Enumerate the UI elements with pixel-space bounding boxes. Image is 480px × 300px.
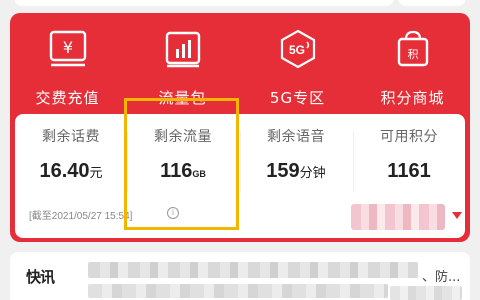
update-timestamp: [截至2021/05/27 15:54]: [29, 211, 133, 222]
account-card: ¥ 交费充值 流量包 5G 5G专区 积 积分商城 剩余话费 16.40元 剩余…: [10, 13, 470, 242]
svg-text:积: 积: [408, 48, 419, 61]
stat-title: 可用积分: [380, 129, 438, 145]
service-recharge[interactable]: ¥ 交费充值: [10, 29, 125, 113]
highlight-box: [124, 98, 239, 230]
service-label: 积分商城: [380, 89, 445, 107]
5g-icon: 5G: [280, 29, 316, 69]
service-shortcuts: ¥ 交费充值 流量包 5G 5G专区 积 积分商城: [10, 13, 470, 113]
triangle-down-icon[interactable]: [452, 212, 462, 219]
stat-value: 1161: [387, 160, 431, 182]
yuan-card-icon: ¥: [49, 30, 87, 67]
stat-balance[interactable]: 剩余话费 16.40元: [15, 126, 127, 183]
stat-unit: 元: [89, 165, 103, 180]
service-label: 5G专区: [269, 89, 326, 107]
stat-unit: 分钟: [299, 165, 326, 180]
stat-title: 剩余语音: [267, 129, 325, 145]
stat-title: 剩余话费: [42, 129, 100, 145]
news-logo: 快讯: [26, 268, 55, 286]
svg-text:¥: ¥: [63, 38, 73, 57]
blurred-content: [390, 286, 462, 300]
stat-value: 159分钟: [266, 160, 326, 182]
top-bar: [14, 0, 466, 8]
svg-text:5G: 5G: [289, 43, 305, 57]
stat-value: 16.40元: [39, 160, 103, 182]
service-label: 交费充值: [35, 89, 100, 107]
points-bag-icon: 积: [397, 30, 429, 67]
service-5g-zone[interactable]: 5G 5G专区: [240, 29, 355, 113]
news-text: 、防...: [422, 270, 461, 285]
search-bar[interactable]: [14, 0, 394, 6]
balance-panel: 剩余话费 16.40元 剩余流量 116GB 剩余语音 159分钟 可用积分 1…: [15, 114, 465, 238]
stat-points[interactable]: 可用积分 1161: [353, 126, 465, 183]
blurred-content: [88, 262, 418, 278]
news-bar[interactable]: 快讯 、防...: [10, 252, 470, 300]
blurred-content: [351, 204, 445, 230]
search-button[interactable]: [398, 0, 466, 6]
blurred-content: [88, 284, 388, 298]
stat-voice[interactable]: 剩余语音 159分钟: [240, 126, 352, 183]
bar-chart-icon: [165, 31, 201, 68]
service-points-mall[interactable]: 积 积分商城: [355, 29, 470, 113]
